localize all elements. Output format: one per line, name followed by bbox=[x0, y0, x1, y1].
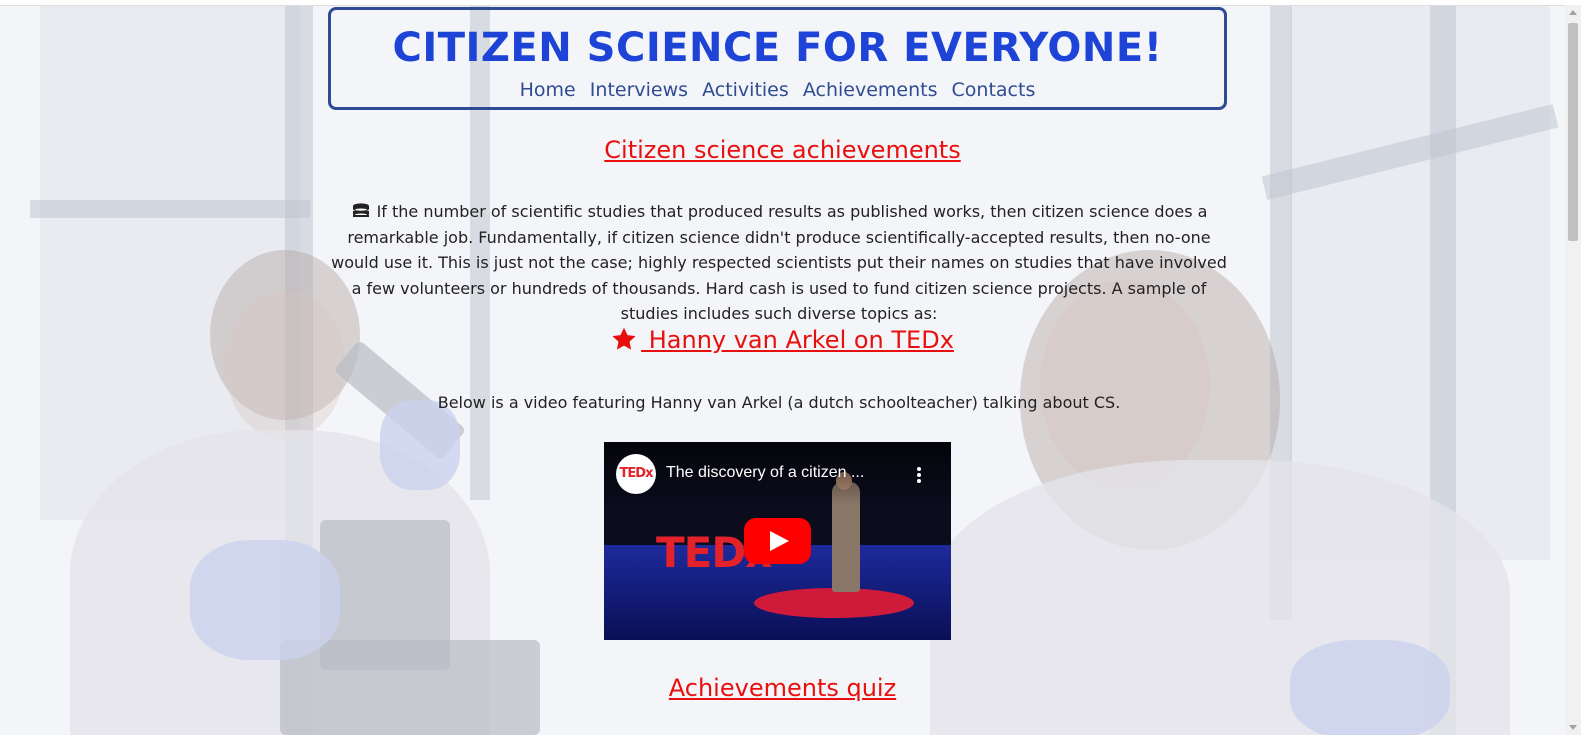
more-options-icon[interactable] bbox=[917, 467, 921, 483]
video-caption: Below is a video featuring Hanny van Ark… bbox=[437, 393, 1121, 412]
video-red-rug bbox=[754, 588, 914, 618]
nav-activities[interactable]: Activities bbox=[702, 79, 789, 101]
nav-interviews[interactable]: Interviews bbox=[590, 79, 688, 101]
intro-paragraph: If the number of scientific studies that… bbox=[330, 199, 1228, 327]
channel-logo[interactable]: TEDx bbox=[616, 454, 656, 494]
page-content: CITIZEN SCIENCE FOR EVERYONE! Home Inter… bbox=[0, 0, 1565, 735]
vertical-scrollbar[interactable] bbox=[1565, 5, 1581, 735]
scrollbar-thumb[interactable] bbox=[1568, 23, 1578, 241]
site-title: CITIZEN SCIENCE FOR EVERYONE! bbox=[392, 25, 1163, 71]
coins-icon bbox=[352, 203, 369, 217]
scroll-down-arrow-icon[interactable] bbox=[1569, 725, 1577, 730]
section-heading: Citizen science achievements bbox=[604, 136, 961, 164]
play-button[interactable] bbox=[744, 518, 811, 564]
video-heading: Hanny van Arkel on TEDx bbox=[0, 326, 1565, 354]
intro-text: If the number of scientific studies that… bbox=[331, 202, 1227, 323]
nav-contacts[interactable]: Contacts bbox=[952, 79, 1036, 101]
quiz-heading: Achievements quiz bbox=[668, 674, 897, 702]
star-icon bbox=[612, 327, 636, 350]
nav-home[interactable]: Home bbox=[520, 79, 576, 101]
video-title[interactable]: The discovery of a citizen ... bbox=[666, 464, 864, 482]
youtube-video-embed[interactable]: TEDx TEDx The discovery of a citizen ... bbox=[604, 442, 951, 640]
nav-achievements[interactable]: Achievements bbox=[803, 79, 938, 101]
main-nav: Home Interviews Activities Achievements … bbox=[331, 79, 1224, 101]
site-header: CITIZEN SCIENCE FOR EVERYONE! Home Inter… bbox=[328, 7, 1227, 110]
scroll-up-arrow-icon[interactable] bbox=[1569, 10, 1577, 15]
video-heading-text: Hanny van Arkel on TEDx bbox=[641, 326, 954, 354]
browser-top-edge bbox=[0, 0, 1581, 6]
